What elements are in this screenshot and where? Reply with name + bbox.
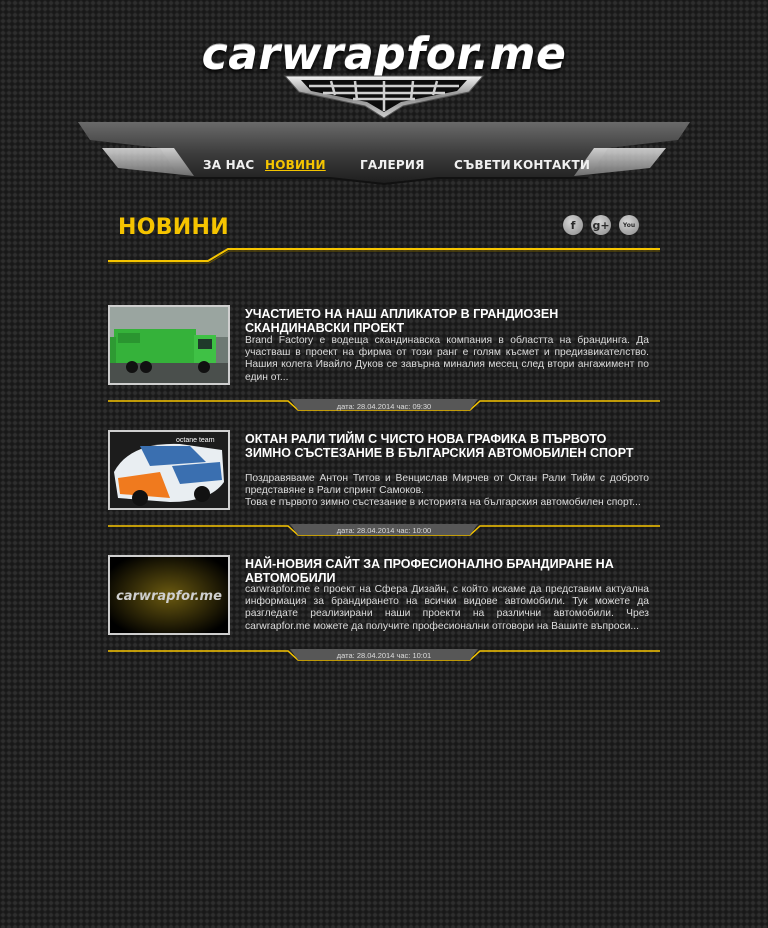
nav-wing-bar [78,122,690,186]
news-thumbnail-truck[interactable] [108,305,230,385]
truck-image [110,307,228,383]
page-title-area: НОВИНИ [108,205,660,265]
news-excerpt-text: Това е първото зимно състезание в истори… [245,497,641,509]
news-excerpt: Поздравяваме Антон Титов и Венцислав Мир… [245,473,649,510]
news-thumbnail-logo[interactable]: carwrapfor.me [108,555,230,635]
facebook-icon[interactable]: f [563,215,583,235]
rally-car-image: octane team [110,432,228,508]
news-title[interactable]: НАЙ-НОВИЯ САЙТ ЗА ПРОФЕСИОНАЛНО БРАНДИРА… [245,557,655,585]
news-excerpt-text: Поздравяваме Антон Титов и Венцислав Мир… [245,473,649,497]
google-plus-icon[interactable]: g+ [591,215,611,235]
nav-item-news[interactable]: НОВИНИ [265,158,326,172]
nav-item-gallery[interactable]: ГАЛЕРИЯ [360,158,425,172]
news-date: дата: 28.04.2014 час: 09:30 [336,402,432,411]
news-excerpt: Brand Factory е водеща скандинавска комп… [245,335,649,384]
page-title: НОВИНИ [118,215,229,240]
news-item: carwrapfor.me НАЙ-НОВИЯ САЙТ ЗА ПРОФЕСИО… [108,555,660,670]
youtube-icon[interactable]: You [619,215,639,235]
title-underline [108,248,660,264]
news-excerpt: carwrapfor.me е проект на Сфера Дизайн, … [245,584,649,633]
news-title[interactable]: ОКТАН РАЛИ ТИЙМ С ЧИСТО НОВА ГРАФИКА В П… [245,432,655,460]
site-logo[interactable]: carwrapfor.me [0,28,768,79]
news-excerpt-text: Brand Factory е водеща скандинавска комп… [245,335,649,383]
site-header: carwrapfor.me ЗА НАС НОВИНИ ГАЛЕРИЯ СЪВЕ… [0,0,768,200]
nav-item-contacts[interactable]: КОНТАКТИ [513,158,590,172]
news-thumbnail-rally-car[interactable]: octane team [108,430,230,510]
grille-emblem [283,75,485,119]
news-title[interactable]: УЧАСТИЕТО НА НАШ АПЛИКАТОР В ГРАНДИОЗЕН … [245,307,655,335]
news-item: octane team ОКТАН РАЛИ ТИЙМ С ЧИСТО НОВА… [108,430,660,545]
logo-image: carwrapfor.me [110,557,228,633]
thumb-caption: carwrapfor.me [116,589,222,604]
news-item: УЧАСТИЕТО НА НАШ АПЛИКАТОР В ГРАНДИОЗЕН … [108,305,660,420]
thumb-caption: octane team [176,437,215,444]
nav-item-tips[interactable]: СЪВЕТИ [454,158,511,172]
news-date: дата: 28.04.2014 час: 10:01 [336,651,432,660]
news-date: дата: 28.04.2014 час: 10:00 [336,526,432,535]
nav-item-about[interactable]: ЗА НАС [203,158,254,172]
news-excerpt-text: carwrapfor.me е проект на Сфера Дизайн, … [245,584,649,632]
